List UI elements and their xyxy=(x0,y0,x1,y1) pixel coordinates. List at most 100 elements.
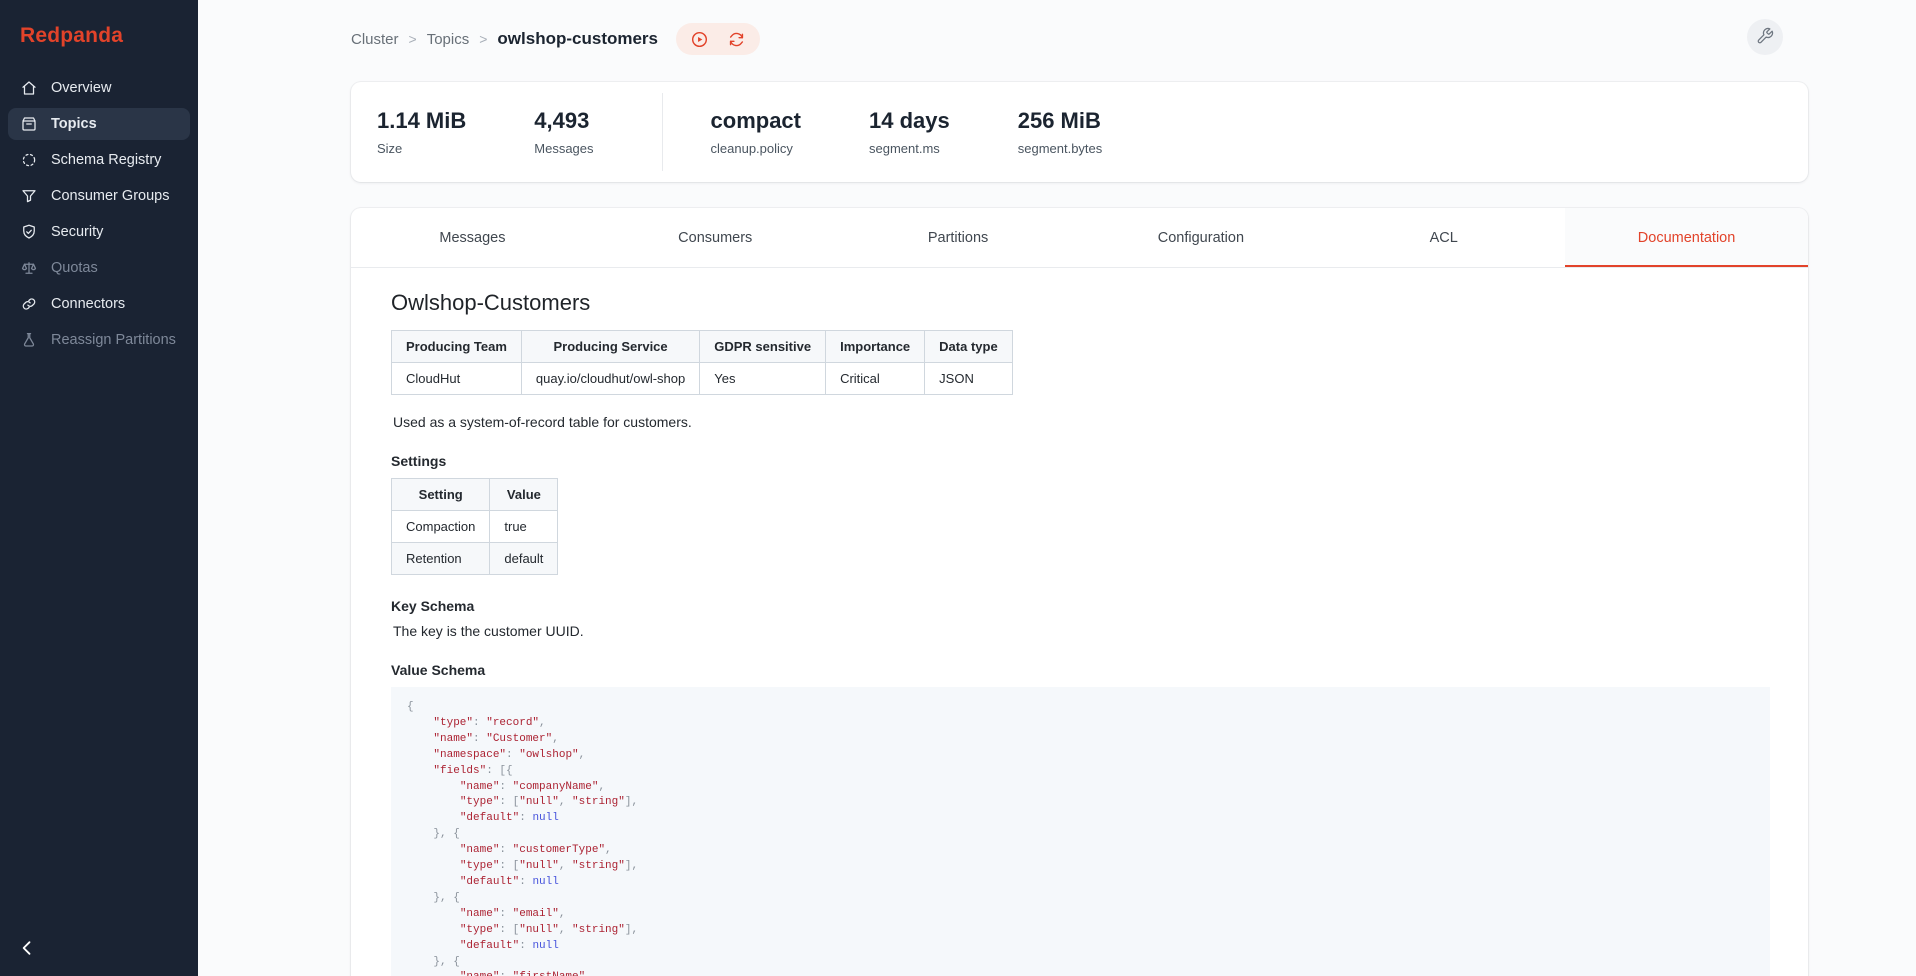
schema-registry-icon xyxy=(20,151,38,169)
code-line: "name": "companyName", xyxy=(407,780,1754,796)
table-header-row: SettingValue xyxy=(392,479,558,511)
code-line: "type": ["null", "string"], xyxy=(407,859,1754,875)
home-icon xyxy=(20,79,38,97)
topic-detail-card: MessagesConsumersPartitionsConfiguration… xyxy=(351,208,1808,976)
sidebar-item-label: Schema Registry xyxy=(51,152,161,168)
stat-size: 1.14 MiB Size xyxy=(377,108,466,156)
topic-actions-pill xyxy=(676,23,760,55)
sidebar-item-schema-registry[interactable]: Schema Registry xyxy=(8,144,190,176)
play-circle-icon xyxy=(690,37,709,52)
topic-tabs: MessagesConsumersPartitionsConfiguration… xyxy=(351,208,1808,268)
producing-info-row: CloudHutquay.io/cloudhut/owl-shopYesCrit… xyxy=(392,363,1013,395)
sidebar-item-topics[interactable]: Topics xyxy=(8,108,190,140)
code-line: }, { xyxy=(407,827,1754,843)
topic-stats-card: 1.14 MiB Size 4,493Messages compact cleanup.… xyxy=(351,82,1808,182)
doc-title: Owlshop-Customers xyxy=(391,290,1770,316)
code-line: "namespace": "owlshop", xyxy=(407,748,1754,764)
table-cell: Yes xyxy=(700,363,826,395)
settings-row: Retentiondefault xyxy=(392,543,558,575)
code-line: "name": "Customer", xyxy=(407,732,1754,748)
sidebar-item-consumer-groups[interactable]: Consumer Groups xyxy=(8,180,190,212)
value-schema-code: { "type": "record", "name": "Customer", … xyxy=(391,687,1770,976)
sidebar-item-label: Reassign Partitions xyxy=(51,332,176,348)
code-line: { xyxy=(407,700,1754,716)
code-line: "default": null xyxy=(407,875,1754,891)
stat-value: 4,493 xyxy=(534,108,593,134)
settings-heading: Settings xyxy=(391,453,1770,469)
stat-label: segment.bytes xyxy=(1018,141,1103,156)
sidebar-item-reassign-partitions: Reassign Partitions xyxy=(8,324,190,356)
chevron-left-icon xyxy=(17,946,37,961)
stat-segment-bytes: 256 MiB segment.bytes xyxy=(1018,108,1103,156)
table-cell: true xyxy=(490,511,558,543)
key-schema-text: The key is the customer UUID. xyxy=(393,623,1770,639)
produce-record-button[interactable] xyxy=(690,30,709,49)
code-line: "type": "record", xyxy=(407,716,1754,732)
stat-value: compact xyxy=(711,108,801,134)
breadcrumb-link-cluster[interactable]: Cluster xyxy=(351,31,399,48)
refresh-button[interactable] xyxy=(727,30,746,49)
documentation-panel: Owlshop-Customers Producing TeamProducin… xyxy=(351,268,1808,976)
sidebar-item-label: Quotas xyxy=(51,260,98,276)
table-cell: Critical xyxy=(826,363,925,395)
stat-value: 14 days xyxy=(869,108,950,134)
stat-segment-ms: 14 days segment.ms xyxy=(869,108,950,156)
column-header-value: Value xyxy=(490,479,558,511)
sidebar-item-label: Consumer Groups xyxy=(51,188,169,204)
code-line: "default": null xyxy=(407,811,1754,827)
breadcrumb-link-topics[interactable]: Topics xyxy=(427,31,470,48)
code-line: "name": "firstName", xyxy=(407,970,1754,976)
breadcrumb-current-topic: owlshop-customers xyxy=(497,29,658,49)
main-content: Cluster>Topics>owlshop-customers 1.14 Mi… xyxy=(351,0,1808,976)
sidebar-item-security[interactable]: Security xyxy=(8,216,190,248)
breadcrumb-separator: > xyxy=(409,31,417,47)
settings-table: SettingValueCompactiontrueRetentiondefau… xyxy=(391,478,558,575)
table-header-row: Producing TeamProducing ServiceGDPR sens… xyxy=(392,331,1013,363)
stat-label: segment.ms xyxy=(869,141,950,156)
table-cell: JSON xyxy=(925,363,1013,395)
table-cell: Compaction xyxy=(392,511,490,543)
stat-label: Size xyxy=(377,141,466,156)
reassign-partitions-icon xyxy=(20,331,38,349)
preferences-button[interactable] xyxy=(1747,19,1783,55)
stat-cleanup-policy: compact cleanup.policy xyxy=(711,108,801,156)
sidebar-item-overview[interactable]: Overview xyxy=(8,72,190,104)
tab-messages[interactable]: Messages xyxy=(351,208,594,267)
sidebar-item-quotas: Quotas xyxy=(8,252,190,284)
stat-messages: 4,493Messages xyxy=(534,108,593,156)
tab-documentation[interactable]: Documentation xyxy=(1565,208,1808,267)
table-cell: CloudHut xyxy=(392,363,522,395)
table-cell: default xyxy=(490,543,558,575)
code-line: "name": "customerType", xyxy=(407,843,1754,859)
column-header-producing-service: Producing Service xyxy=(521,331,699,363)
stat-value: 1.14 MiB xyxy=(377,108,466,134)
security-icon xyxy=(20,223,38,241)
sidebar-collapse-button[interactable] xyxy=(12,934,42,964)
breadcrumb: Cluster>Topics>owlshop-customers xyxy=(351,29,658,49)
column-header-producing-team: Producing Team xyxy=(392,331,522,363)
column-header-gdpr-sensitive: GDPR sensitive xyxy=(700,331,826,363)
table-cell: Retention xyxy=(392,543,490,575)
consumer-groups-icon xyxy=(20,187,38,205)
column-header-setting: Setting xyxy=(392,479,490,511)
stat-label: cleanup.policy xyxy=(711,141,801,156)
sidebar-item-label: Topics xyxy=(51,116,97,132)
redpanda-logo[interactable]: Redpanda xyxy=(20,24,198,48)
sidebar-item-connectors[interactable]: Connectors xyxy=(8,288,190,320)
key-schema-heading: Key Schema xyxy=(391,598,1770,614)
quotas-icon xyxy=(20,259,38,277)
tab-acl[interactable]: ACL xyxy=(1322,208,1565,267)
sidebar-item-label: Connectors xyxy=(51,296,125,312)
producing-info-table: Producing TeamProducing ServiceGDPR sens… xyxy=(391,330,1013,395)
code-line: "type": ["null", "string"], xyxy=(407,795,1754,811)
wrench-icon xyxy=(1756,27,1774,48)
tab-configuration[interactable]: Configuration xyxy=(1079,208,1322,267)
stat-value: 256 MiB xyxy=(1018,108,1103,134)
stats-divider xyxy=(662,93,663,171)
tab-partitions[interactable]: Partitions xyxy=(837,208,1080,267)
tab-consumers[interactable]: Consumers xyxy=(594,208,837,267)
code-line: }, { xyxy=(407,891,1754,907)
table-cell: quay.io/cloudhut/owl-shop xyxy=(521,363,699,395)
doc-description: Used as a system-of-record table for cus… xyxy=(393,414,1770,430)
topics-icon xyxy=(20,115,38,133)
